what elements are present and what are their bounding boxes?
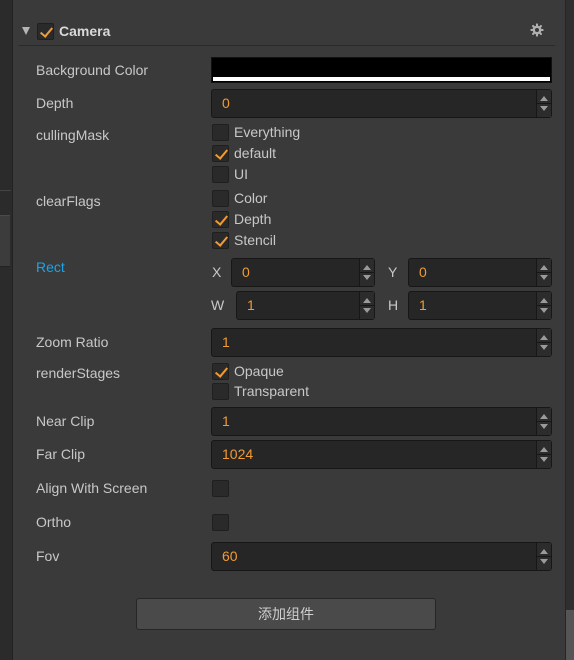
arrow-up-icon[interactable]	[540, 447, 548, 452]
background-color-swatch[interactable]	[211, 57, 552, 83]
render-transparent-checkbox[interactable]	[212, 383, 229, 400]
arrow-up-icon[interactable]	[363, 298, 371, 303]
far-clip-value: 1024	[222, 446, 254, 462]
arrow-down-icon[interactable]	[540, 275, 548, 280]
near-clip-label: Near Clip	[36, 413, 95, 429]
arrow-up-icon[interactable]	[540, 335, 548, 340]
ortho-checkbox[interactable]	[212, 514, 229, 531]
depth-stepper[interactable]	[536, 90, 551, 117]
alpha-bar	[213, 77, 550, 81]
background-color-label: Background Color	[36, 62, 149, 78]
header-divider	[19, 45, 555, 46]
rect-x-value: 0	[242, 264, 250, 280]
rect-w-field[interactable]: 1	[236, 291, 375, 320]
add-component-button[interactable]: 添加组件	[136, 598, 436, 630]
depth-value: 0	[222, 95, 230, 111]
clear-color-label: Color	[234, 190, 268, 206]
render-opaque-label: Opaque	[234, 363, 284, 379]
align-with-screen-label: Align With Screen	[36, 480, 148, 496]
far-clip-stepper[interactable]	[536, 441, 551, 468]
culling-mask-label: cullingMask	[36, 127, 110, 143]
clear-depth-label: Depth	[234, 211, 272, 227]
clear-stencil-label: Stencil	[234, 232, 277, 248]
arrow-up-icon[interactable]	[540, 298, 548, 303]
far-clip-label: Far Clip	[36, 446, 86, 462]
fov-value: 60	[222, 548, 238, 564]
clear-depth-checkbox[interactable]	[212, 211, 229, 228]
fov-label: Fov	[36, 548, 60, 564]
align-with-screen-checkbox[interactable]	[212, 480, 229, 497]
clear-stencil-checkbox[interactable]	[212, 232, 229, 249]
fov-field[interactable]: 60	[211, 542, 552, 571]
rect-y-stepper[interactable]	[536, 259, 551, 286]
component-enabled-checkbox[interactable]	[37, 23, 54, 40]
arrow-down-icon[interactable]	[540, 308, 548, 313]
far-clip-field[interactable]: 1024	[211, 440, 552, 469]
divider	[0, 190, 11, 191]
render-opaque-checkbox[interactable]	[212, 363, 229, 380]
zoom-ratio-field[interactable]: 1	[211, 328, 552, 357]
fov-stepper[interactable]	[536, 543, 551, 570]
rect-w-stepper[interactable]	[359, 292, 374, 319]
arrow-down-icon[interactable]	[540, 457, 548, 462]
depth-field[interactable]: 0	[211, 89, 552, 118]
component-title: Camera	[59, 23, 111, 39]
culling-ui-checkbox[interactable]	[212, 166, 229, 183]
zoom-ratio-stepper[interactable]	[536, 329, 551, 356]
near-clip-value: 1	[222, 413, 230, 429]
culling-default-label: default	[234, 145, 277, 161]
arrow-down-icon[interactable]	[540, 424, 548, 429]
rect-h-value: 1	[419, 297, 427, 313]
scrollbar-thumb[interactable]	[566, 610, 574, 660]
rect-w-label: W	[211, 297, 225, 313]
rect-x-stepper[interactable]	[359, 259, 374, 286]
left-panel-tab[interactable]	[0, 215, 10, 267]
ortho-label: Ortho	[36, 514, 72, 530]
arrow-up-icon[interactable]	[540, 414, 548, 419]
render-transparent-label: Transparent	[234, 383, 309, 399]
culling-default-checkbox[interactable]	[212, 145, 229, 162]
rect-h-field[interactable]: 1	[408, 291, 552, 320]
rect-h-label: H	[388, 297, 399, 313]
near-clip-field[interactable]: 1	[211, 407, 552, 436]
gear-icon[interactable]	[530, 23, 544, 37]
arrow-down-icon[interactable]	[363, 308, 371, 313]
rect-label[interactable]: Rect	[36, 259, 65, 276]
rect-x-label: X	[212, 264, 222, 280]
culling-everything-label: Everything	[234, 124, 301, 140]
arrow-up-icon[interactable]	[540, 96, 548, 101]
arrow-down-icon[interactable]	[540, 106, 548, 111]
rect-h-stepper[interactable]	[536, 292, 551, 319]
arrow-up-icon[interactable]	[363, 265, 371, 270]
arrow-down-icon[interactable]	[540, 345, 548, 350]
zoom-ratio-label: Zoom Ratio	[36, 334, 109, 350]
clear-color-checkbox[interactable]	[212, 190, 229, 207]
arrow-up-icon[interactable]	[540, 265, 548, 270]
collapse-triangle-down-icon[interactable]	[22, 27, 30, 35]
depth-label: Depth	[36, 95, 74, 111]
vertical-scrollbar-track[interactable]	[565, 0, 574, 660]
rect-x-field[interactable]: 0	[231, 258, 375, 287]
rect-y-value: 0	[419, 264, 427, 280]
rect-w-value: 1	[247, 297, 255, 313]
arrow-down-icon[interactable]	[540, 559, 548, 564]
near-clip-stepper[interactable]	[536, 408, 551, 435]
render-stages-label: renderStages	[36, 365, 121, 381]
rect-y-label: Y	[388, 264, 398, 280]
zoom-ratio-value: 1	[222, 334, 230, 350]
clear-flags-label: clearFlags	[36, 193, 101, 209]
culling-everything-checkbox[interactable]	[212, 124, 229, 141]
culling-ui-label: UI	[234, 166, 248, 182]
arrow-up-icon[interactable]	[540, 549, 548, 554]
rect-y-field[interactable]: 0	[408, 258, 552, 287]
arrow-down-icon[interactable]	[363, 275, 371, 280]
left-panel-edge	[0, 0, 13, 660]
